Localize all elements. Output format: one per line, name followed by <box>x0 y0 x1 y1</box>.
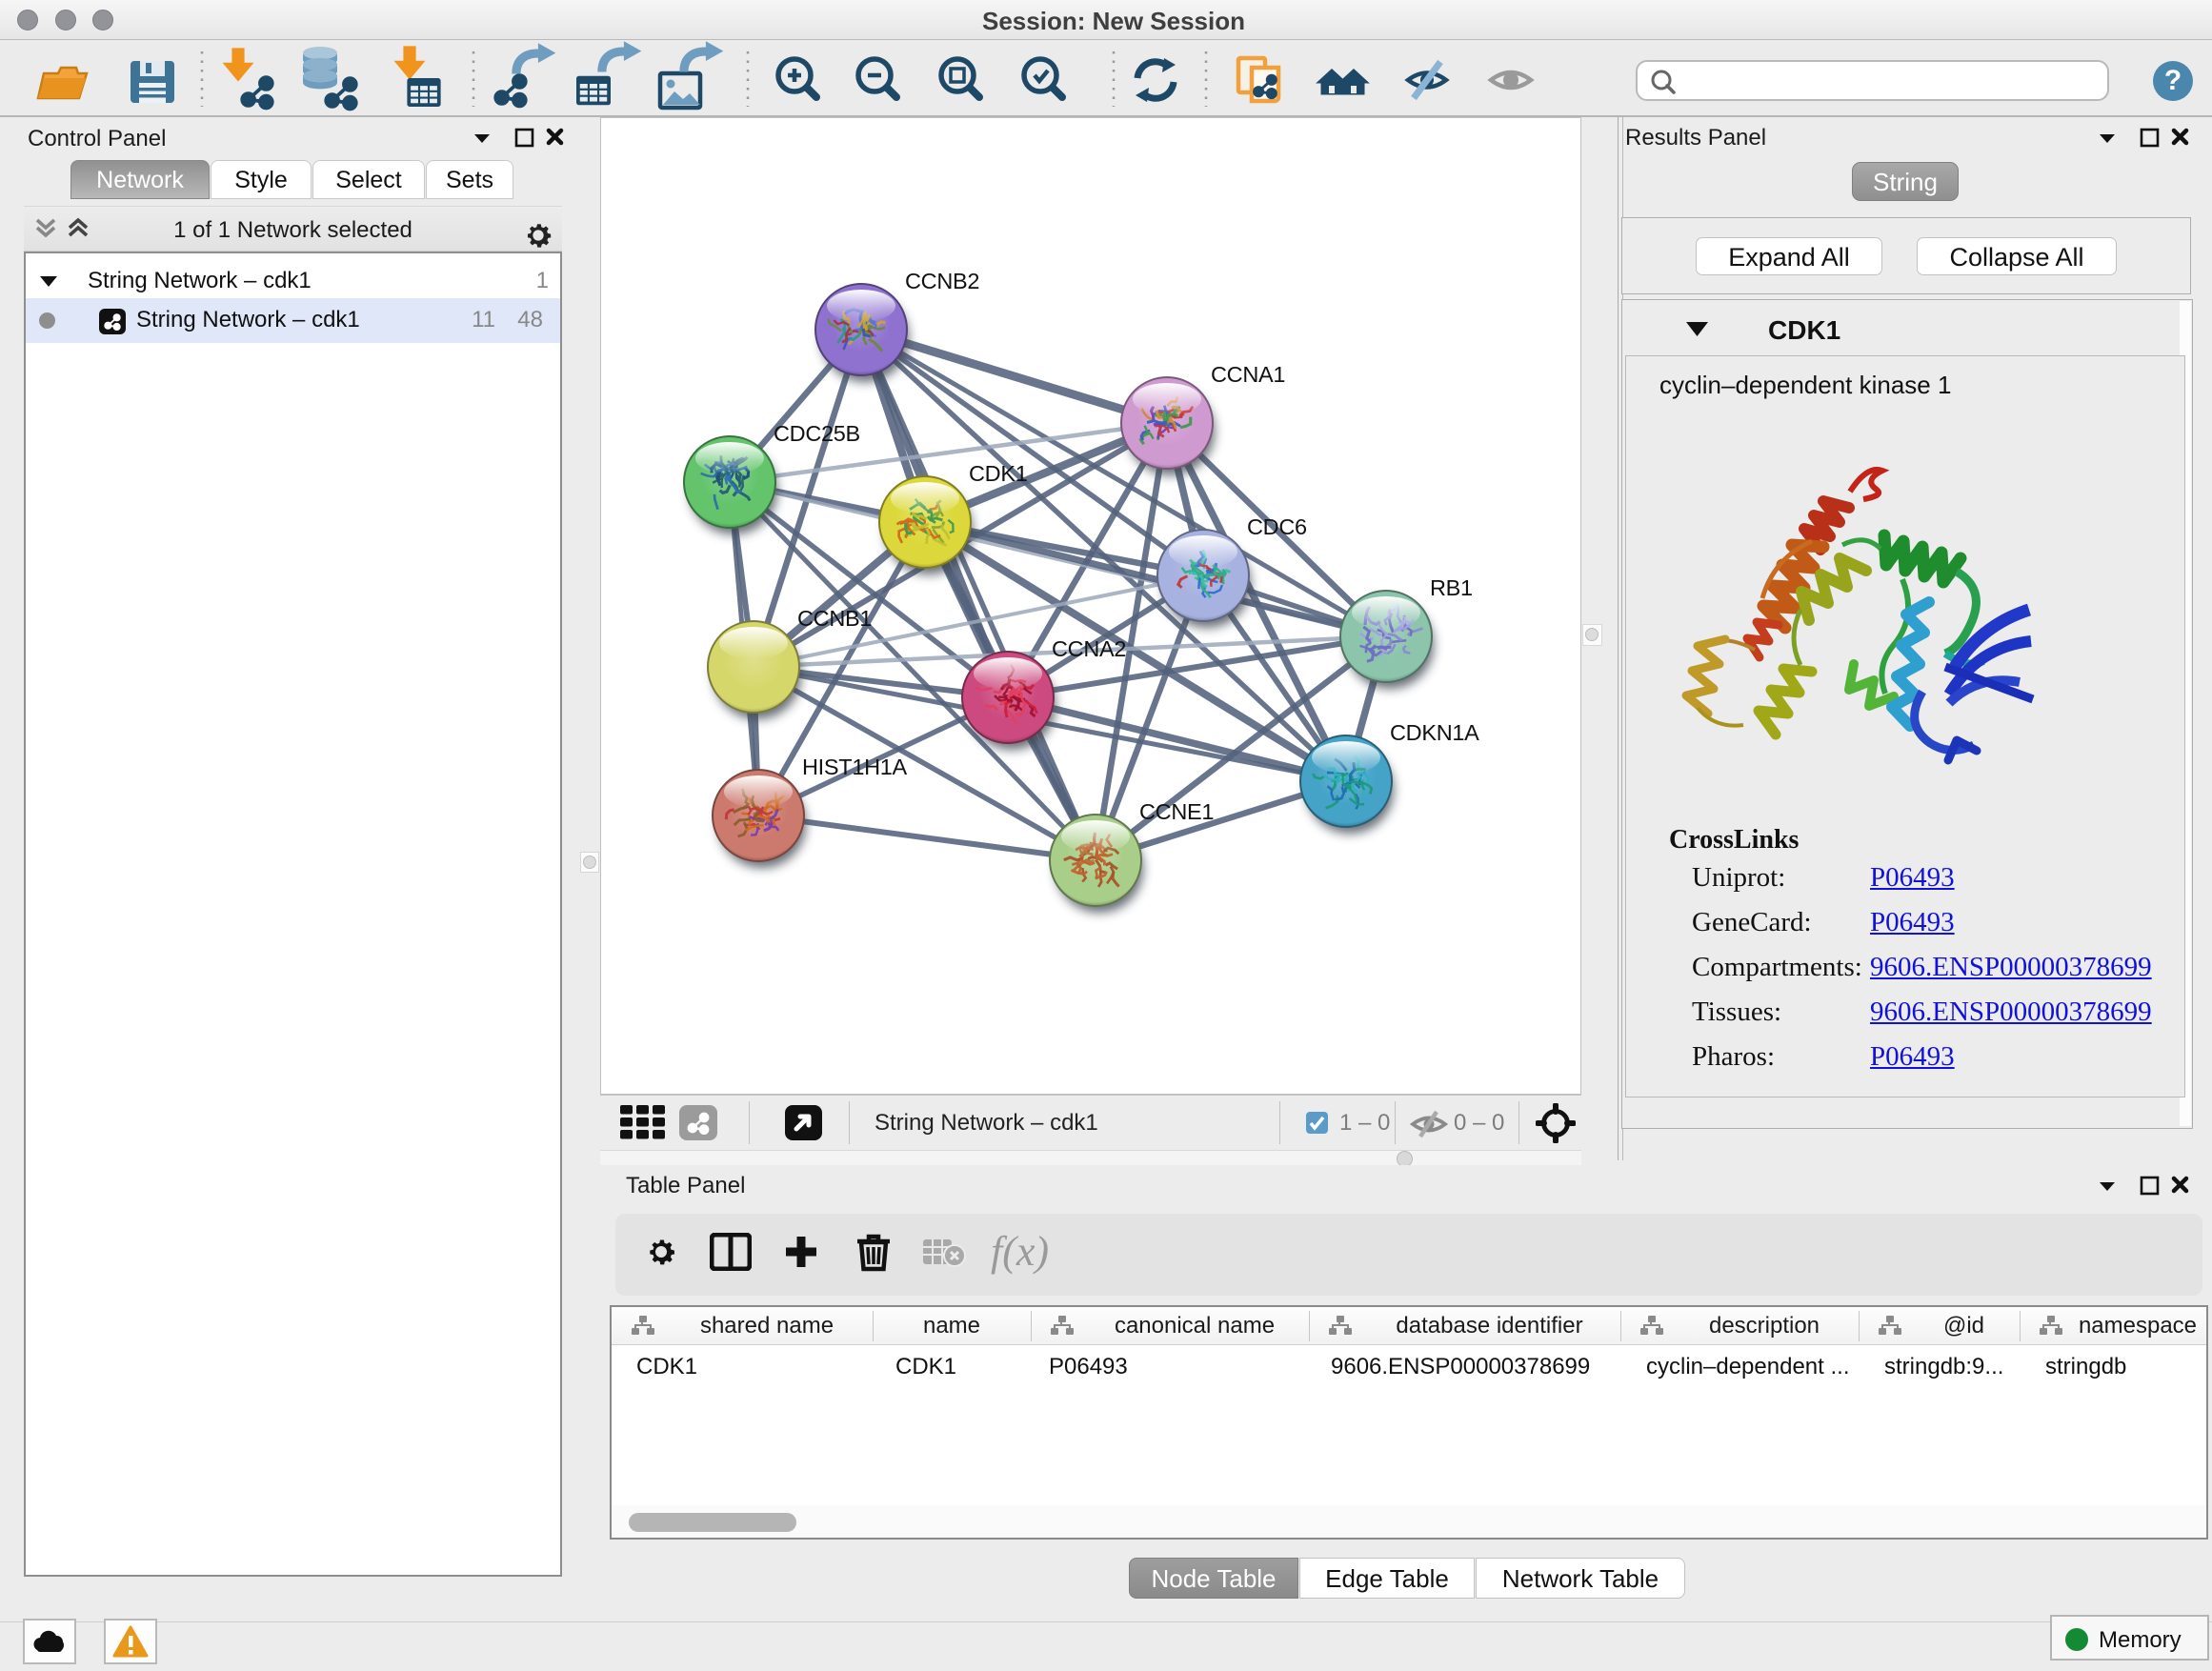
svg-text:CCNB2: CCNB2 <box>905 269 979 293</box>
svg-text:CDK1: CDK1 <box>969 461 1028 486</box>
svg-text:CDKN1A: CDKN1A <box>1390 720 1479 745</box>
svg-text:CCNA1: CCNA1 <box>1211 362 1285 387</box>
svg-text:CCNE1: CCNE1 <box>1139 799 1214 824</box>
svg-text:CCNB1: CCNB1 <box>797 606 872 631</box>
svg-text:CCNA2: CCNA2 <box>1052 636 1126 661</box>
svg-text:HIST1H1A: HIST1H1A <box>802 755 908 779</box>
svg-text:CDC25B: CDC25B <box>774 421 860 446</box>
svg-text:RB1: RB1 <box>1430 575 1473 600</box>
svg-text:CDC6: CDC6 <box>1247 514 1307 539</box>
